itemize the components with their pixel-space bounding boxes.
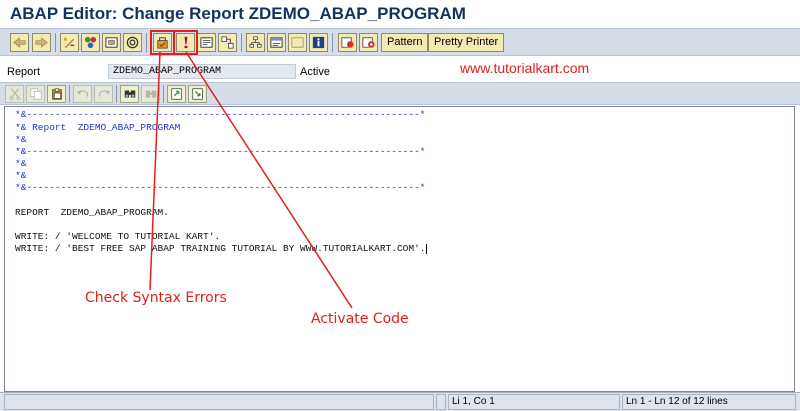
where-used-icon[interactable] — [123, 33, 142, 52]
find-icon[interactable] — [120, 85, 139, 103]
toolbar-separator — [241, 33, 242, 52]
code-line: *& — [15, 134, 27, 145]
editor-toolbar — [0, 82, 800, 105]
hierarchy-icon[interactable] — [246, 33, 265, 52]
code-line: *& Report ZDEMO_ABAP_PROGRAM — [15, 122, 181, 133]
cursor-position: Li 1, Co 1 — [448, 394, 620, 410]
activate-highlight — [173, 30, 198, 55]
toolbar-separator — [332, 33, 333, 52]
code-line: *&--------------------------------------… — [15, 182, 426, 193]
code-line: WRITE: / 'WELCOME TO TUTORIAL KART'. — [15, 231, 221, 242]
code-line-with-caret: WRITE: / 'BEST FREE SAP ABAP TRAINING TU… — [15, 243, 428, 254]
report-name-field: ZDEMO_ABAP_PROGRAM — [108, 64, 296, 79]
activate-annotation: Activate Code — [311, 311, 409, 327]
check-syntax-highlight — [150, 30, 175, 55]
status-separator — [436, 394, 446, 410]
display-change-icon[interactable] — [60, 33, 79, 52]
active-inactive-icon[interactable] — [81, 33, 100, 52]
find-next-icon[interactable] — [141, 85, 160, 103]
code-line: REPORT ZDEMO_ABAP_PROGRAM. — [15, 207, 169, 218]
code-line: *& — [15, 170, 27, 181]
cut-icon[interactable] — [5, 85, 24, 103]
toolbar-separator — [55, 33, 56, 52]
title-bar: ABAP Editor: Change Report ZDEMO_ABAP_PR… — [0, 0, 800, 28]
download-icon[interactable] — [188, 85, 207, 103]
navigation-window-icon[interactable] — [267, 33, 286, 52]
redo-icon[interactable] — [94, 85, 113, 103]
test-icon[interactable] — [197, 33, 216, 52]
toolbar-separator — [69, 85, 70, 103]
code-line-text: WRITE: / 'BEST FREE SAP ABAP TRAINING TU… — [15, 243, 426, 254]
pattern-button[interactable]: Pattern — [381, 33, 429, 52]
display-object-list-icon[interactable] — [218, 33, 237, 52]
check-syntax-annotation: Check Syntax Errors — [85, 290, 227, 306]
code-line: *&--------------------------------------… — [15, 109, 426, 120]
status-message — [4, 394, 434, 410]
paste-icon[interactable] — [47, 85, 66, 103]
other-object-icon[interactable] — [102, 33, 121, 52]
window-title: ABAP Editor: Change Report ZDEMO_ABAP_PR… — [10, 4, 466, 23]
code-line: *& — [15, 158, 27, 169]
toolbar-separator — [116, 85, 117, 103]
text-caret — [426, 244, 428, 254]
undo-icon[interactable] — [73, 85, 92, 103]
report-label: Report — [7, 66, 41, 78]
toolbar-separator — [146, 33, 147, 52]
pretty-printer-button[interactable]: Pretty Printer — [428, 33, 505, 52]
application-toolbar: Pattern Pretty Printer — [0, 28, 800, 56]
code-editor[interactable]: *&--------------------------------------… — [4, 106, 795, 392]
back-icon[interactable] — [10, 33, 29, 52]
watermark: www.tutorialkart.com — [460, 60, 590, 76]
info-icon[interactable] — [309, 33, 328, 52]
status-bar: Li 1, Co 1 Ln 1 - Ln 12 of 12 lines — [0, 392, 800, 411]
toolbar-separator — [163, 85, 164, 103]
report-info-row: Report ZDEMO_ABAP_PROGRAM Active www.tut… — [0, 57, 800, 82]
forward-icon[interactable] — [32, 33, 51, 52]
set-breakpoint-icon[interactable] — [338, 33, 357, 52]
upload-icon[interactable] — [167, 85, 186, 103]
report-status: Active — [300, 66, 330, 78]
code-line: *&--------------------------------------… — [15, 146, 426, 157]
line-count: Ln 1 - Ln 12 of 12 lines — [622, 394, 796, 410]
help-icon[interactable] — [288, 33, 307, 52]
set-session-breakpoint-icon[interactable] — [359, 33, 378, 52]
copy-icon[interactable] — [26, 85, 45, 103]
